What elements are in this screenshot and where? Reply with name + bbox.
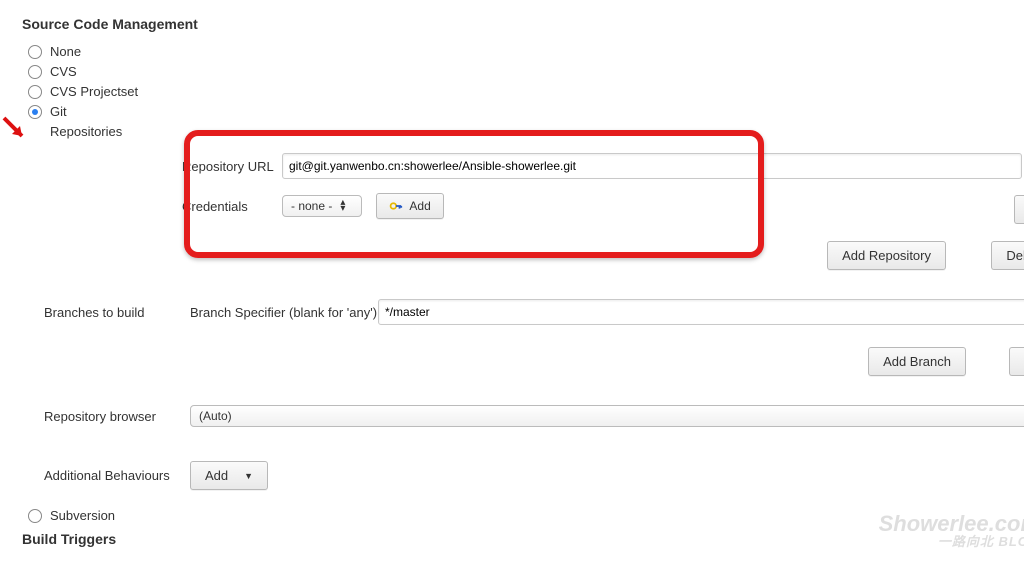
- radio-cvs-projectset[interactable]: [28, 85, 42, 99]
- delete-repository-label: Delete: [1006, 248, 1024, 263]
- repo-url-input[interactable]: [282, 153, 1022, 179]
- add-repository-button[interactable]: Add Repository: [827, 241, 946, 270]
- section-title-scm: Source Code Management: [22, 16, 1024, 32]
- repository-browser-value: (Auto): [199, 409, 232, 423]
- radio-none[interactable]: [28, 45, 42, 59]
- key-icon: [389, 199, 403, 213]
- add-repository-label: Add Repository: [842, 248, 931, 263]
- radio-label-subversion: Subversion: [50, 508, 115, 523]
- radio-git[interactable]: [28, 105, 42, 119]
- add-behaviour-label: Add: [205, 468, 228, 483]
- add-branch-button[interactable]: Add Branch: [868, 347, 966, 376]
- pointer-arrow-icon: [0, 114, 30, 144]
- additional-behaviours-label: Additional Behaviours: [44, 468, 190, 483]
- branch-specifier-label: Branch Specifier (blank for 'any'): [190, 305, 378, 320]
- repository-browser-select[interactable]: (Auto): [190, 405, 1024, 427]
- radio-label-git: Git: [50, 104, 67, 119]
- section-title-build-triggers: Build Triggers: [22, 531, 1024, 547]
- add-behaviour-button[interactable]: Add ▼: [190, 461, 268, 490]
- delete-branch-button[interactable]: Del: [1009, 347, 1024, 376]
- radio-label-cvs: CVS: [50, 64, 77, 79]
- branches-to-build-label: Branches to build: [44, 305, 190, 320]
- credentials-label: Credentials: [182, 199, 282, 214]
- credentials-select-value: - none -: [291, 199, 332, 213]
- branch-specifier-input[interactable]: [378, 299, 1024, 325]
- chevron-down-icon: ▼: [244, 471, 253, 481]
- radio-label-none: None: [50, 44, 81, 59]
- chevron-updown-icon: ▴▾: [340, 200, 345, 212]
- radio-subversion[interactable]: [28, 509, 42, 523]
- delete-repository-button[interactable]: Delete: [991, 241, 1024, 270]
- radio-label-cvs-projectset: CVS Projectset: [50, 84, 138, 99]
- advanced-button-partial[interactable]: A: [1014, 195, 1024, 224]
- repositories-label: Repositories: [50, 124, 1024, 139]
- repo-url-label: Repository URL: [182, 159, 282, 174]
- radio-cvs[interactable]: [28, 65, 42, 79]
- repository-browser-label: Repository browser: [44, 409, 190, 424]
- add-branch-label: Add Branch: [883, 354, 951, 369]
- add-credentials-button[interactable]: Add: [376, 193, 443, 219]
- add-credentials-label: Add: [409, 199, 430, 213]
- credentials-select[interactable]: - none - ▴▾: [282, 195, 362, 217]
